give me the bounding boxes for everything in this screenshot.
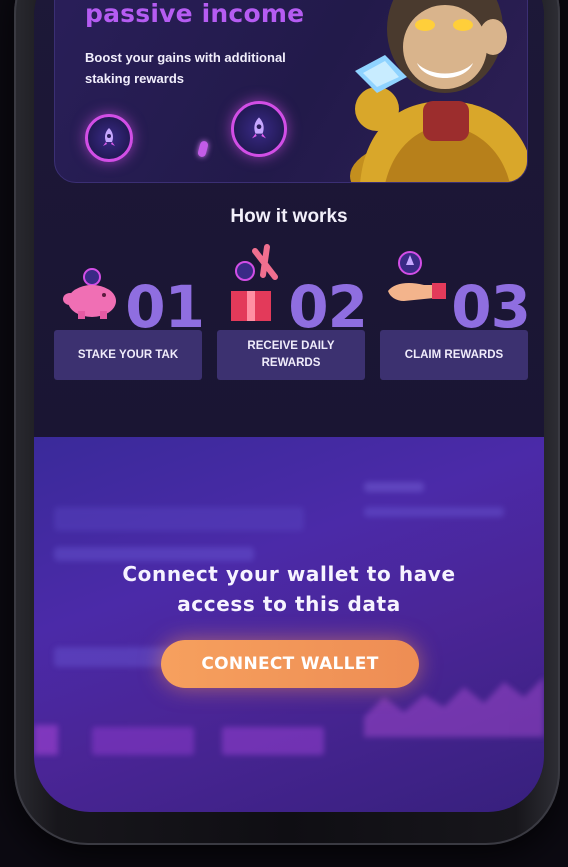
monkey-mascot-icon bbox=[350, 0, 527, 182]
staking-info-section: passive income Boost your gains with add… bbox=[34, 0, 544, 437]
promo-title: passive income bbox=[85, 0, 305, 28]
how-it-works-title: How it works bbox=[230, 206, 348, 227]
connect-wallet-button[interactable]: CONNECT WALLET bbox=[161, 640, 419, 688]
gift-box-icon bbox=[231, 244, 278, 321]
step-card: 03 CLAIM REWARDS bbox=[380, 245, 531, 380]
step-card: 02 RECEIVE DAILY REWARDS bbox=[217, 244, 368, 380]
connect-wallet-message: Connect your wallet to have access to th… bbox=[34, 559, 544, 619]
sparkle-icon bbox=[197, 140, 209, 158]
promo-description: Boost your gains with additional staking… bbox=[85, 50, 286, 86]
step-card: 01 STAKE YOUR TAK bbox=[54, 245, 205, 380]
rocket-badge-icon bbox=[231, 101, 287, 157]
connect-message-line: access to this data bbox=[177, 592, 401, 616]
connect-message-line: Connect your wallet to have bbox=[122, 562, 456, 586]
step-label: RECEIVE DAILY REWARDS bbox=[217, 330, 365, 380]
step-label: CLAIM REWARDS bbox=[380, 330, 528, 380]
piggy-bank-icon bbox=[63, 268, 116, 319]
blurred-dashboard-preview bbox=[34, 437, 544, 812]
promo-card: passive income Boost your gains with add… bbox=[54, 0, 528, 183]
phone-screen: passive income Boost your gains with add… bbox=[34, 0, 544, 812]
wallet-gate-overlay: Connect your wallet to have access to th… bbox=[34, 437, 544, 812]
rocket-badge-icon bbox=[85, 114, 133, 162]
hand-icon bbox=[388, 251, 446, 301]
step-label: STAKE YOUR TAK bbox=[54, 330, 202, 380]
